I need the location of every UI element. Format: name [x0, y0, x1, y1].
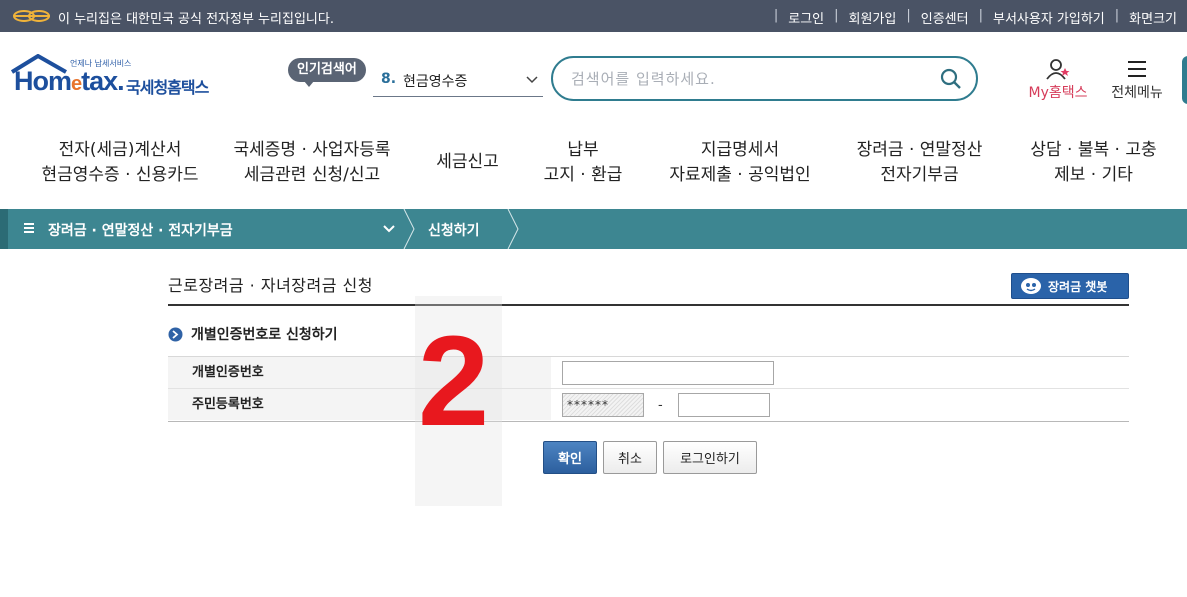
table-row: 주민등록번호 - — [168, 389, 1129, 421]
resident-number-back-input[interactable] — [678, 393, 770, 417]
table-row: 개별인증번호 — [168, 357, 1129, 389]
separator: | — [773, 8, 779, 23]
chevron-down-icon — [526, 76, 538, 84]
auth-number-field — [562, 361, 774, 385]
nav-payment-statement[interactable]: 지급명세서 자료제출 · 공익법인 — [660, 138, 820, 188]
separator: | — [834, 8, 839, 23]
screen-size-link[interactable]: 화면크기 — [1129, 8, 1177, 27]
gov-banner-text: 이 누리집은 대한민국 공식 전자정부 누리집입니다. — [58, 12, 334, 27]
popular-search-select[interactable]: 8. 현금영수증 — [373, 66, 543, 97]
breadcrumb: 장려금 · 연말정산 · 전자기부금 신청하기 — [0, 209, 1187, 249]
search-input[interactable] — [571, 68, 931, 90]
my-hometax-button[interactable]: My홈택스 — [1022, 58, 1094, 102]
breadcrumb-current[interactable]: 신청하기 — [428, 220, 480, 240]
gov-banner: 이 누리집은 대한민국 공식 전자정부 누리집입니다. | 로그인 | 회원가입… — [0, 0, 1187, 32]
chevron-down-icon[interactable] — [382, 222, 396, 236]
login-link[interactable]: 로그인 — [788, 8, 824, 27]
confirm-button[interactable]: 확인 — [543, 441, 597, 474]
breadcrumb-separator-icon — [507, 209, 519, 249]
egov-logo-icon — [13, 10, 50, 22]
main-navigation: 전자(세금)계산서 현금영수증 · 신용카드 국세증명 · 사업자등록 세금관련 신… — [0, 138, 1187, 192]
auth-number-input[interactable] — [562, 361, 774, 385]
all-menu-button[interactable]: 전체메뉴 — [1104, 58, 1170, 102]
list-menu-icon — [24, 223, 34, 233]
logo-korean-name: 국세청홈택스 — [126, 78, 209, 97]
nav-payment[interactable]: 납부 고지 · 환급 — [528, 138, 638, 188]
popular-search-badge: 인기검색어 — [288, 58, 366, 87]
step-number: 2 — [418, 310, 490, 453]
separator: | — [978, 8, 983, 23]
breadcrumb-accent — [0, 209, 8, 249]
side-tab[interactable] — [1182, 56, 1187, 104]
page-title: 근로장려금 · 자녀장려금 신청 — [168, 276, 373, 295]
cancel-button[interactable]: 취소 — [603, 441, 657, 474]
incentive-chatbot-button[interactable]: 장려금 챗봇 — [1011, 273, 1129, 299]
nav-tax-certificate[interactable]: 국세증명 · 사업자등록 세금관련 신청/신고 — [222, 138, 402, 188]
search-icon[interactable] — [940, 68, 962, 90]
logo-wordmark: Hometax. — [14, 66, 125, 96]
nav-tax-report[interactable]: 세금신고 — [420, 150, 515, 175]
nav-consultation[interactable]: 상담 · 불복 · 고충 제보 · 기타 — [1016, 138, 1171, 188]
signup-link[interactable]: 회원가입 — [849, 8, 897, 27]
user-icon — [1046, 59, 1070, 80]
separator: | — [1114, 8, 1120, 23]
login-button[interactable]: 로그인하기 — [663, 441, 757, 474]
section-subtitle: 개별인증번호로 신청하기 — [168, 324, 338, 344]
popular-rank: 8. — [381, 71, 397, 87]
resident-number-front-input — [562, 393, 644, 417]
nav-incentive-yearend[interactable]: 장려금 · 연말정산 전자기부금 — [842, 138, 997, 188]
separator: | — [906, 8, 911, 23]
auth-form-table: 개별인증번호 주민등록번호 - — [168, 356, 1129, 422]
popular-term: 현금영수증 — [403, 74, 468, 90]
nav-e-invoice[interactable]: 전자(세금)계산서 현금영수증 · 신용카드 — [30, 138, 210, 188]
title-divider — [168, 304, 1129, 306]
arrow-circle-icon — [168, 327, 183, 341]
gov-links: | 로그인 | 회원가입 | 인증센터 | 부서사용자 가입하기 | 화면크기 — [764, 8, 1177, 27]
chatbot-icon — [1021, 278, 1041, 294]
resident-number-dash: - — [658, 398, 663, 413]
all-menu-label: 전체메뉴 — [1111, 85, 1163, 101]
chatbot-label: 장려금 챗봇 — [1048, 279, 1108, 294]
hamburger-menu-icon — [1128, 61, 1146, 77]
form-buttons: 확인 취소 로그인하기 — [543, 441, 763, 474]
resident-number-field: - — [562, 393, 770, 417]
hometax-logo[interactable]: 언제나 납세서비스 Hometax. 국세청홈택스 — [10, 54, 225, 104]
breadcrumb-separator-icon — [403, 209, 415, 249]
dept-user-signup-link[interactable]: 부서사용자 가입하기 — [993, 8, 1105, 27]
search-box — [551, 56, 978, 101]
my-hometax-label: My홈택스 — [1028, 85, 1088, 101]
cert-center-link[interactable]: 인증센터 — [921, 8, 969, 27]
breadcrumb-section[interactable]: 장려금 · 연말정산 · 전자기부금 — [48, 220, 233, 240]
